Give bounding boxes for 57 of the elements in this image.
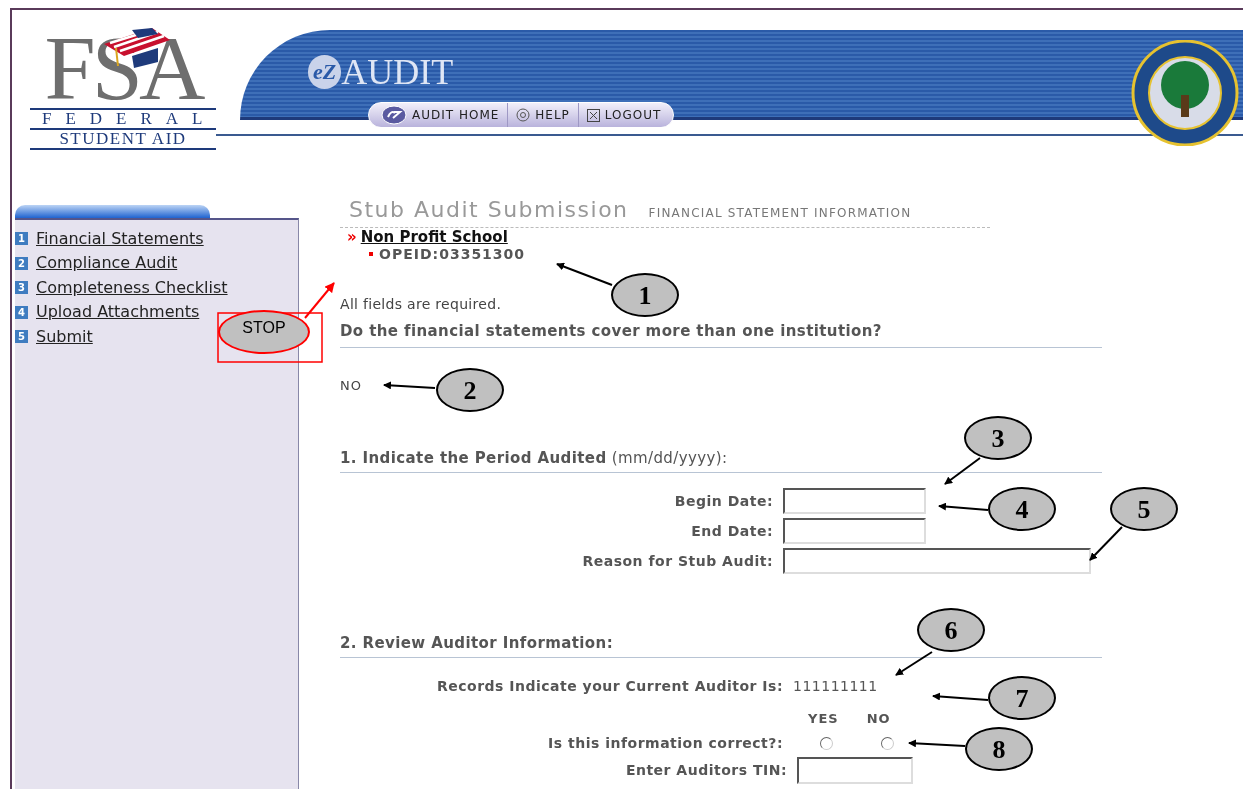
app-title: AUDIT: [341, 52, 454, 92]
input-field[interactable]: [797, 756, 913, 784]
sidebar-link[interactable]: Completeness Checklist: [36, 275, 228, 300]
callout-arrow: [1089, 526, 1123, 561]
bullet-icon: [369, 252, 373, 256]
option-label: NO: [866, 710, 891, 728]
school-name: Non Profit School: [360, 229, 508, 246]
double-chevron: »: [347, 229, 357, 246]
option-label: YES: [808, 710, 839, 728]
callout-arrow: [383, 381, 436, 390]
callout-arrow: [908, 739, 966, 748]
field-label: Reason for Stub Audit:: [581, 551, 774, 571]
auditor-value: 111111111: [793, 677, 878, 696]
step-number: 2: [15, 256, 28, 270]
field-label: Enter Auditors TIN:: [624, 760, 788, 780]
callout-badge: 7: [988, 676, 1056, 720]
input-field[interactable]: [783, 547, 1091, 574]
answer-text: NO: [340, 376, 362, 395]
callout-badge: 1: [611, 273, 679, 317]
nav-link[interactable]: LOGOUT: [577, 103, 670, 127]
step-number: 1: [15, 232, 28, 246]
lifebuoy-icon: [516, 108, 531, 122]
ez-logo-icon: [381, 105, 407, 125]
pointer-arrow: [304, 282, 335, 319]
callout-badge: 4: [988, 487, 1056, 531]
callout-arrow: [932, 692, 989, 701]
callout-badge: 3: [964, 416, 1032, 460]
close-icon: [586, 108, 600, 122]
callout-badge: 5: [1110, 487, 1178, 531]
callout-arrow: [895, 651, 933, 676]
callout-badge: 2: [436, 368, 504, 412]
sidebar-link[interactable]: Compliance Audit: [36, 251, 178, 276]
field-label: End Date:: [690, 521, 774, 541]
nav-link[interactable]: AUDIT HOME: [373, 103, 508, 127]
field-label: Is this information correct?:: [547, 733, 784, 753]
sidebar-link[interactable]: Financial Statements: [36, 226, 204, 251]
sidebar-link[interactable]: Upload Attachments: [36, 300, 200, 325]
callout-badge: 8: [965, 727, 1033, 771]
callout-arrow: [556, 262, 613, 286]
step-number: 5: [15, 330, 28, 344]
step-number: 4: [15, 305, 28, 319]
page-subtitle: FINANCIAL STATEMENT INFORMATION: [648, 205, 912, 222]
callout-arrow: [938, 502, 989, 511]
field-label: Records Indicate your Current Auditor Is:: [435, 677, 784, 696]
nav-link[interactable]: HELP: [507, 103, 578, 127]
required-note: All fields are required.: [340, 295, 502, 314]
radio-button[interactable]: [820, 736, 833, 750]
callout-arrow: [944, 457, 981, 485]
radio-button[interactable]: [881, 736, 894, 750]
step-number: 3: [15, 281, 28, 295]
sidebar-link[interactable]: Submit: [36, 324, 93, 349]
field-label: Begin Date:: [673, 491, 774, 511]
input-field[interactable]: [783, 487, 926, 514]
input-field[interactable]: [783, 517, 926, 544]
opeid-text: OPEID:03351300: [379, 246, 526, 262]
question-text: Do the financial statements cover more than one institution?: [340, 320, 1102, 348]
page-title: Stub Audit Submission: [349, 196, 629, 224]
